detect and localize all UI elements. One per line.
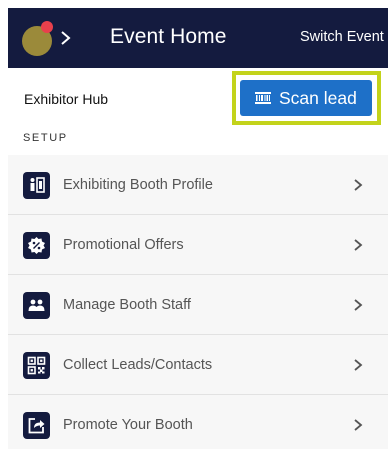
chevron-right-icon bbox=[354, 239, 363, 251]
list-item-collect-leads[interactable]: Collect Leads/Contacts bbox=[8, 335, 388, 395]
share-arrow-icon bbox=[23, 412, 50, 439]
setup-list: Exhibiting Booth Profile Promotional Off… bbox=[8, 155, 388, 449]
exhibitor-hub-title: Exhibitor Hub bbox=[24, 91, 109, 107]
booth-profile-icon bbox=[23, 172, 50, 199]
page-title: Event Home bbox=[110, 25, 227, 48]
list-item-label: Promote Your Booth bbox=[63, 417, 193, 433]
list-item-promote-booth[interactable]: Promote Your Booth bbox=[8, 395, 388, 449]
scan-lead-label: Scan lead bbox=[279, 88, 357, 108]
chevron-right-icon bbox=[354, 359, 363, 371]
section-label-setup: SETUP bbox=[23, 132, 68, 144]
list-item-label: Promotional Offers bbox=[63, 237, 184, 253]
event-logo-icon[interactable] bbox=[22, 20, 71, 56]
list-item-label: Exhibiting Booth Profile bbox=[63, 177, 213, 193]
list-item-label: Collect Leads/Contacts bbox=[63, 357, 213, 373]
chevron-right-icon bbox=[354, 419, 363, 431]
scan-lead-button[interactable]: Scan lead bbox=[240, 80, 372, 116]
list-item-promotional-offers[interactable]: Promotional Offers bbox=[8, 215, 388, 275]
list-item-booth-profile[interactable]: Exhibiting Booth Profile bbox=[8, 155, 388, 215]
chevron-right-icon bbox=[61, 31, 71, 45]
barcode-scan-icon bbox=[255, 92, 271, 104]
list-item-label: Manage Booth Staff bbox=[63, 297, 191, 313]
switch-event-button[interactable]: Switch Event bbox=[300, 29, 384, 45]
staff-group-icon bbox=[23, 292, 50, 319]
list-item-manage-booth-staff[interactable]: Manage Booth Staff bbox=[8, 275, 388, 335]
promo-badge-icon bbox=[23, 232, 50, 259]
chevron-right-icon bbox=[354, 299, 363, 311]
qr-code-icon bbox=[23, 352, 50, 379]
logo-red-dot bbox=[41, 21, 53, 33]
app-header: Event Home Switch Event bbox=[8, 8, 388, 68]
chevron-right-icon bbox=[354, 179, 363, 191]
